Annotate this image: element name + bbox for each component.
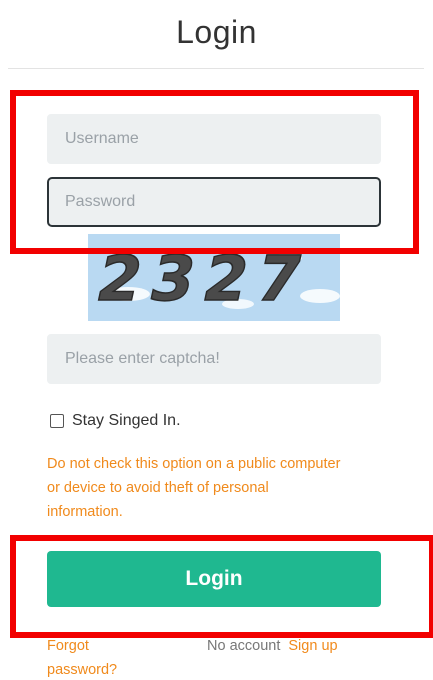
sign-up-link[interactable]: Sign up [288,638,337,654]
username-input[interactable] [47,114,381,164]
no-account-text: No account Sign up [207,634,338,658]
remember-me[interactable]: Stay Singed In. [50,412,181,430]
captcha-image[interactable]: 2327 [88,234,340,321]
remember-label: Stay Singed In. [72,412,181,429]
title-divider [8,68,424,69]
page-title: Login [176,14,257,50]
captcha-text: 2327 [91,243,319,315]
forgot-password-link[interactable]: Forgot password? [47,634,137,680]
login-button[interactable]: Login [47,551,381,607]
remember-checkbox[interactable] [50,414,64,428]
captcha-input[interactable] [47,334,381,384]
no-account-label: No account [207,638,281,654]
security-warning: Do not check this option on a public com… [47,456,341,520]
password-input[interactable] [47,177,381,227]
